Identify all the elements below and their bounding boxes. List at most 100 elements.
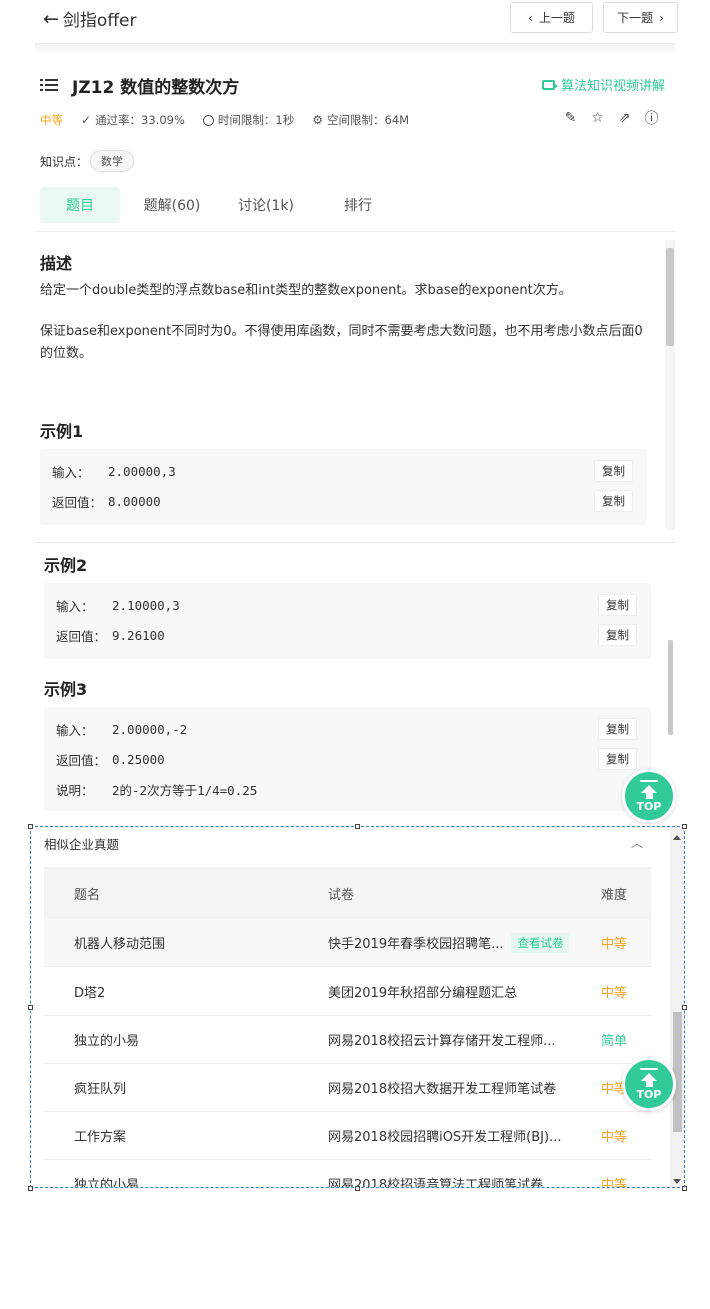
copy-button[interactable]: 复制 xyxy=(598,594,637,616)
knowledge-label: 知识点： xyxy=(40,154,89,169)
description-text-1: 给定一个double类型的浮点数base和int类型的整数exponent。求b… xyxy=(40,283,572,298)
arrow-left-icon: ← xyxy=(43,7,59,30)
row-difficulty: 中等 xyxy=(601,1130,628,1145)
chevron-up-icon[interactable]: ︿ xyxy=(631,834,643,851)
back-link[interactable]: ← 剑指offer xyxy=(43,6,137,32)
input-label: 输入： xyxy=(56,598,94,614)
knowledge-tag[interactable]: 数学 xyxy=(90,150,135,172)
input-value: 2.00000,-2 xyxy=(112,721,188,737)
row-name[interactable]: 机器人移动范围 xyxy=(74,919,324,966)
content-scrollbar[interactable] xyxy=(665,240,675,530)
top-bar: ← 剑指offer ‹ 上一题 下一题 › xyxy=(35,0,678,44)
problem-tabs: 题目 题解(60) 讨论(1k) 排行 xyxy=(40,187,660,223)
paper-text[interactable]: 快手2019年春季校园招聘笔... xyxy=(328,933,503,952)
table-row[interactable]: 工作方案 网易2018校园招聘iOS开发工程师(BJ)... 中等 xyxy=(44,1112,651,1160)
copy-button[interactable]: 复制 xyxy=(594,460,633,482)
selection-handle[interactable] xyxy=(355,824,360,829)
time-limit: 时间限制：1秒 xyxy=(202,112,295,128)
table-row[interactable]: 疯狂队列 网易2018校招大数据开发工程师笔试卷 中等 xyxy=(44,1064,651,1112)
selection-handle[interactable] xyxy=(28,824,33,829)
row-paper[interactable]: 网易2018校招语音算法工程师笔试卷 xyxy=(328,1160,578,1187)
row-name[interactable]: D塔2 xyxy=(74,968,324,1015)
problem-title: JZ12 数值的整数次方 xyxy=(72,77,240,98)
row-name[interactable]: 独立的小易 xyxy=(74,1160,324,1187)
tab-discussion[interactable]: 讨论(1k) xyxy=(224,187,308,223)
table-row[interactable]: 独立的小易 网易2018校招语音算法工程师笔试卷 中等 xyxy=(44,1160,651,1187)
input-label: 输入： xyxy=(52,464,90,480)
example-3-input: 输入： 2.00000,-2 xyxy=(56,719,187,739)
example-2-heading: 示例2 xyxy=(44,556,88,575)
prev-problem-button[interactable]: ‹ 上一题 xyxy=(510,2,593,33)
output-label: 返回值： xyxy=(52,494,103,510)
selection-handle[interactable] xyxy=(355,1186,360,1191)
table-row[interactable]: 机器人移动范围 快手2019年春季校园招聘笔... 查看试卷 中等 xyxy=(44,919,651,967)
chevron-right-icon: › xyxy=(659,10,664,25)
menu-list-icon[interactable] xyxy=(40,78,58,92)
table-row[interactable]: D塔2 美团2019年秋招部分编程题汇总 中等 xyxy=(44,968,651,1016)
selection-handle[interactable] xyxy=(682,824,687,829)
selection-handle[interactable] xyxy=(28,1005,33,1010)
row-paper: 快手2019年春季校园招聘笔... 查看试卷 xyxy=(328,919,578,966)
tab-ranking[interactable]: 排行 xyxy=(308,187,408,223)
example-3-box: 输入： 2.00000,-2 复制 返回值： 0.25000 复制 说明： 2的… xyxy=(44,707,651,811)
video-explanation-link[interactable]: 算法知识视频讲解 xyxy=(541,75,665,94)
selection-handle[interactable] xyxy=(682,1186,687,1191)
row-name[interactable]: 疯狂队列 xyxy=(74,1064,324,1111)
input-label: 输入： xyxy=(56,722,94,738)
problem-meta: 中等 ✓ 通过率：33.09% 时间限制：1秒 ⚙ 空间限制：64M ✎ ☆ ⇗… xyxy=(40,110,665,130)
copy-button[interactable]: 复制 xyxy=(594,490,633,512)
similar-questions-panel: 相似企业真题 ︿ 题名 试卷 难度 机器人移动范围 快手2019年春季校园招聘笔… xyxy=(30,826,685,1188)
example-1-output: 返回值： 8.00000 xyxy=(52,491,161,511)
tab-solutions[interactable]: 题解(60) xyxy=(120,187,224,223)
section-divider xyxy=(35,542,675,543)
description-text-2: 保证base和exponent不同时为0。不得使用库函数，同时不需要考虑大数问题… xyxy=(40,324,643,361)
row-name[interactable]: 工作方案 xyxy=(74,1112,324,1159)
info-icon[interactable]: ⓘ xyxy=(644,110,659,127)
col-name: 题名 xyxy=(74,887,101,903)
scroll-up-icon[interactable] xyxy=(673,835,681,840)
selection-handle[interactable] xyxy=(28,1186,33,1191)
edit-icon[interactable]: ✎ xyxy=(563,110,578,126)
example-1-input: 输入： 2.00000,3 xyxy=(52,461,176,481)
row-paper[interactable]: 网易2018校园招聘iOS开发工程师(BJ)... xyxy=(328,1112,578,1159)
row-paper[interactable]: 网易2018校招大数据开发工程师笔试卷 xyxy=(328,1064,578,1111)
example-2-output: 返回值： 9.26100 xyxy=(56,625,165,645)
row-name[interactable]: 独立的小易 xyxy=(74,1016,324,1063)
row-paper[interactable]: 美团2019年秋招部分编程题汇总 xyxy=(328,968,578,1015)
time-limit-text: 时间限制：1秒 xyxy=(217,113,295,127)
copy-button[interactable]: 复制 xyxy=(598,748,637,770)
prev-label: 上一题 xyxy=(538,11,575,25)
next-problem-button[interactable]: 下一题 › xyxy=(603,2,678,33)
top-label: TOP xyxy=(636,799,662,813)
output-value: 9.26100 xyxy=(112,627,165,643)
scrollbar-thumb[interactable] xyxy=(666,248,674,346)
similar-title: 相似企业真题 xyxy=(44,837,120,852)
description-heading: 描述 xyxy=(40,254,73,273)
scroll-down-icon[interactable] xyxy=(673,1179,681,1184)
star-icon[interactable]: ☆ xyxy=(590,110,605,126)
copy-button[interactable]: 复制 xyxy=(598,718,637,740)
knowledge-points: 知识点： 数学 xyxy=(40,150,135,172)
space-limit-text: 空间限制：64M xyxy=(327,113,410,127)
top-line xyxy=(640,1067,658,1070)
col-paper: 试卷 xyxy=(328,887,355,903)
share-icon[interactable]: ⇗ xyxy=(617,110,632,126)
view-paper-button[interactable]: 查看试卷 xyxy=(511,932,570,953)
copy-button[interactable]: 复制 xyxy=(598,624,637,646)
table-row[interactable]: 独立的小易 网易2018校招云计算存储开发工程师... 简单 xyxy=(44,1016,651,1064)
selection-handle[interactable] xyxy=(682,1005,687,1010)
scrollbar-thumb[interactable] xyxy=(673,1012,682,1132)
pass-rate: ✓ 通过率：33.09% xyxy=(81,112,185,128)
back-to-top-button[interactable]: TOP xyxy=(622,1057,676,1111)
row-paper[interactable]: 网易2018校招云计算存储开发工程师... xyxy=(328,1016,578,1063)
example-3-note: 说明： 2的-2次方等于1/4=0.25 xyxy=(56,779,257,799)
tab-problem[interactable]: 题目 xyxy=(40,187,120,223)
example-2-input: 输入： 2.10000,3 xyxy=(56,595,180,615)
back-to-top-button[interactable]: TOP xyxy=(622,769,676,823)
back-label: 剑指offer xyxy=(62,11,137,31)
page-scrollbar-thumb[interactable] xyxy=(668,640,673,735)
pass-rate-text: 通过率：33.09% xyxy=(95,113,185,127)
row-difficulty: 中等 xyxy=(601,937,628,952)
note-value: 2的-2次方等于1/4=0.25 xyxy=(112,782,258,798)
input-value: 2.10000,3 xyxy=(112,597,180,613)
